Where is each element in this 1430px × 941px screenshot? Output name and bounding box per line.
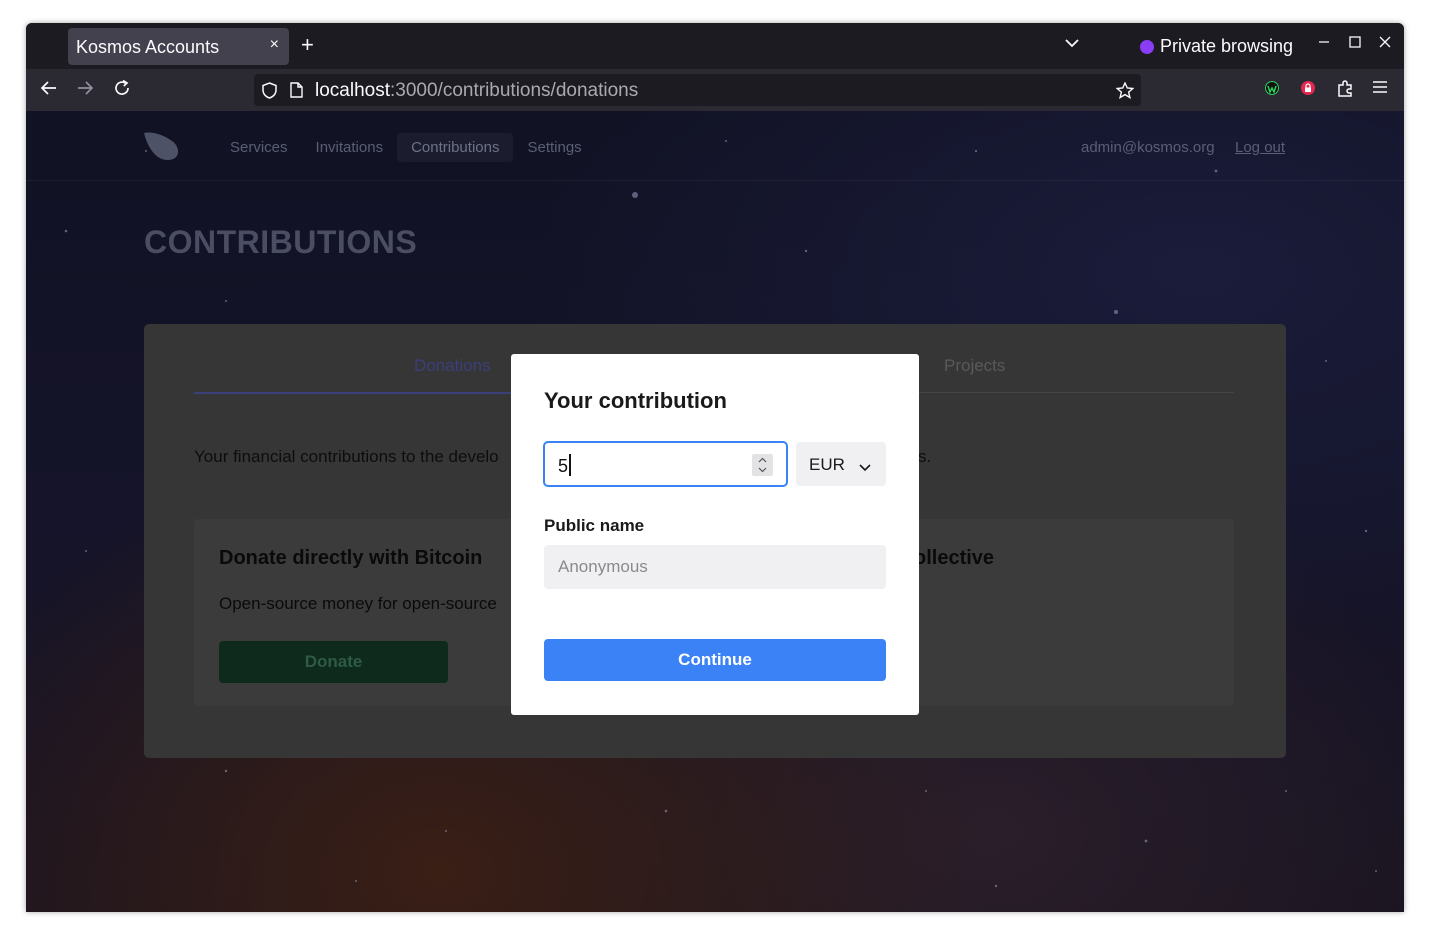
amount-value: 5 bbox=[558, 454, 572, 477]
public-name-input[interactable] bbox=[544, 545, 886, 589]
currency-select[interactable]: EUR bbox=[796, 442, 886, 486]
minimize-icon[interactable] bbox=[1318, 35, 1330, 53]
tab-close-icon[interactable]: × bbox=[270, 36, 279, 54]
text-caret bbox=[569, 454, 572, 476]
stepper-up-icon[interactable] bbox=[758, 457, 767, 463]
browser-tab[interactable]: Kosmos Accounts × bbox=[68, 28, 289, 65]
tab-title: Kosmos Accounts bbox=[76, 37, 220, 57]
menu-hamburger-icon[interactable] bbox=[1372, 79, 1388, 100]
continue-button[interactable]: Continue bbox=[544, 639, 886, 681]
new-tab-button[interactable]: + bbox=[301, 33, 314, 57]
back-arrow-icon[interactable] bbox=[40, 79, 58, 102]
url-bar[interactable]: localhost:3000/contributions/donations bbox=[254, 74, 1141, 106]
extension-lock-icon[interactable] bbox=[1301, 81, 1315, 95]
browser-window: Kosmos Accounts × + Private browsing loc… bbox=[26, 23, 1404, 912]
tab-list-chevron-icon[interactable] bbox=[1064, 35, 1080, 53]
stepper-down-icon[interactable] bbox=[758, 467, 767, 473]
reload-icon[interactable] bbox=[113, 79, 131, 102]
contribution-modal: Your contribution 5 EUR Public name Cont… bbox=[511, 354, 919, 715]
private-mask-icon bbox=[1140, 39, 1154, 54]
url-text[interactable]: localhost:3000/contributions/donations bbox=[315, 80, 638, 102]
page-icon[interactable] bbox=[290, 82, 303, 103]
forward-arrow-icon[interactable] bbox=[76, 79, 94, 102]
shield-icon[interactable] bbox=[262, 82, 277, 104]
chevron-down-icon bbox=[859, 459, 871, 477]
page-content: Services Invitations Contributions Setti… bbox=[26, 111, 1404, 912]
public-name-label: Public name bbox=[544, 516, 645, 535]
currency-value: EUR bbox=[809, 455, 845, 474]
bookmark-star-icon[interactable] bbox=[1115, 81, 1135, 104]
maximize-icon[interactable] bbox=[1349, 35, 1361, 53]
private-browsing-indicator: Private browsing bbox=[1140, 36, 1293, 57]
navigation-toolbar: localhost:3000/contributions/donations bbox=[26, 69, 1404, 111]
tab-strip: Kosmos Accounts × + Private browsing bbox=[26, 23, 1404, 69]
modal-title: Your contribution bbox=[544, 388, 727, 413]
amount-stepper[interactable] bbox=[752, 454, 773, 476]
private-browsing-label: Private browsing bbox=[1160, 36, 1294, 56]
window-close-icon[interactable] bbox=[1379, 35, 1391, 53]
extension-w-icon[interactable] bbox=[1265, 81, 1279, 95]
extensions-puzzle-icon[interactable] bbox=[1336, 79, 1354, 102]
amount-input[interactable]: 5 bbox=[543, 441, 788, 487]
